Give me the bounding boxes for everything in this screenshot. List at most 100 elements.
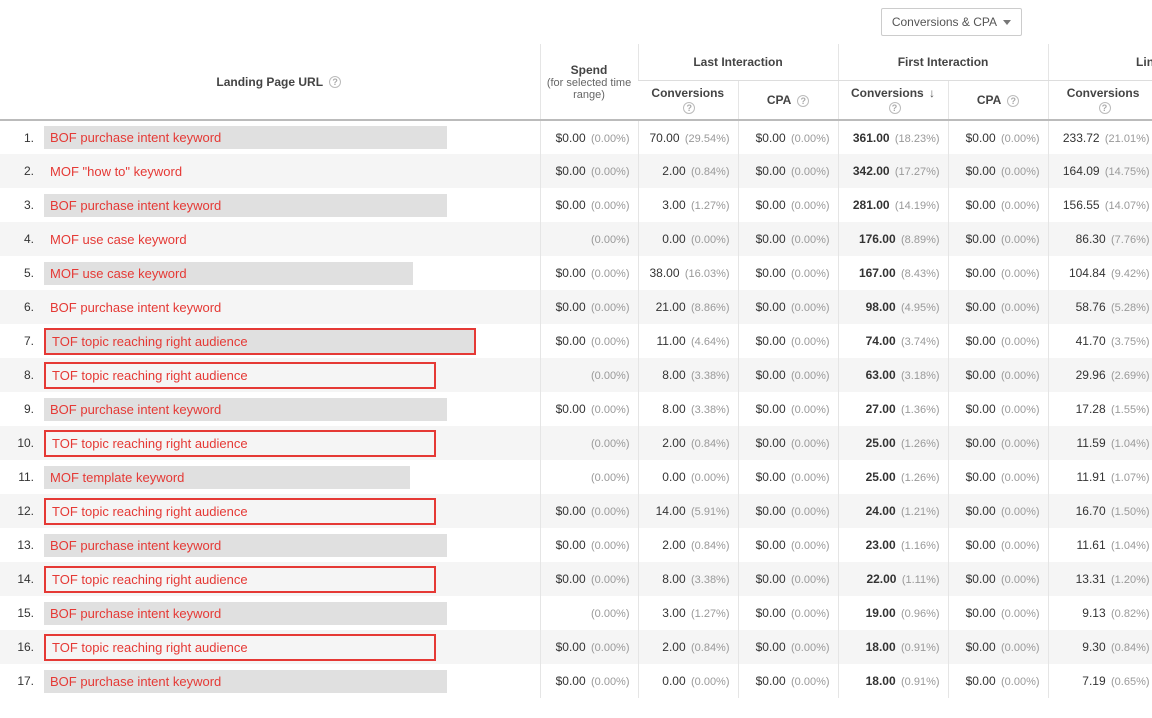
linear-conv-cell: 9.30 (0.84%) <box>1048 630 1152 664</box>
landing-page-cell[interactable]: MOF "how to" keyword <box>40 154 540 188</box>
col-linear-conversions[interactable]: Conversions? <box>1048 80 1152 120</box>
metric-dropdown[interactable]: Conversions & CPA <box>881 8 1022 36</box>
col-fi-cpa[interactable]: CPA ? <box>948 80 1048 120</box>
row-index: 2. <box>0 154 40 188</box>
row-index: 3. <box>0 188 40 222</box>
spend-cell: $0.00 (0.00%) <box>540 494 638 528</box>
table-row[interactable]: 16.TOF topic reaching right audience$0.0… <box>0 630 1152 664</box>
help-icon[interactable]: ? <box>329 76 341 88</box>
landing-page-cell[interactable]: TOF topic reaching right audience <box>40 494 540 528</box>
col-li-cpa[interactable]: CPA ? <box>738 80 838 120</box>
landing-page-cell[interactable]: BOF purchase intent keyword <box>40 528 540 562</box>
li-cpa-cell: $0.00 (0.00%) <box>738 596 838 630</box>
metric-dropdown-label: Conversions & CPA <box>892 15 997 29</box>
col-group-first-interaction: First Interaction <box>838 44 1048 80</box>
landing-page-cell[interactable]: TOF topic reaching right audience <box>40 358 540 392</box>
fi-cpa-cell: $0.00 (0.00%) <box>948 222 1048 256</box>
table-row[interactable]: 1.BOF purchase intent keyword$0.00 (0.00… <box>0 120 1152 154</box>
landing-page-cell[interactable]: BOF purchase intent keyword <box>40 188 540 222</box>
landing-page-label: BOF purchase intent keyword <box>44 536 227 555</box>
linear-conv-cell: 11.59 (1.04%) <box>1048 426 1152 460</box>
landing-page-cell[interactable]: TOF topic reaching right audience <box>40 426 540 460</box>
help-icon[interactable]: ? <box>889 102 901 114</box>
landing-page-cell[interactable]: BOF purchase intent keyword <box>40 664 540 698</box>
landing-page-cell[interactable]: BOF purchase intent keyword <box>40 392 540 426</box>
col-group-last-interaction: Last Interaction <box>638 44 838 80</box>
li-cpa-cell: $0.00 (0.00%) <box>738 222 838 256</box>
help-icon[interactable]: ? <box>1099 102 1111 114</box>
landing-page-label: MOF template keyword <box>44 468 190 487</box>
help-icon[interactable]: ? <box>683 102 695 114</box>
metric-selector-row: Conversions & CPA <box>0 0 1152 44</box>
landing-page-cell[interactable]: BOF purchase intent keyword <box>40 120 540 154</box>
table-row[interactable]: 3.BOF purchase intent keyword $0.00 (0.00… <box>0 188 1152 222</box>
fi-cpa-cell: $0.00 (0.00%) <box>948 528 1048 562</box>
table-row[interactable]: 17.BOF purchase intent keyword$0.00 (0.0… <box>0 664 1152 698</box>
attribution-table: Landing Page URL ? Spend (for selected t… <box>0 44 1152 698</box>
fi-cpa-cell: $0.00 (0.00%) <box>948 460 1048 494</box>
landing-page-cell[interactable]: TOF topic reaching right audience <box>40 324 540 358</box>
li-conv-cell: 8.00 (3.38%) <box>638 562 738 596</box>
table-row[interactable]: 8.TOF topic reaching right audience (0.0… <box>0 358 1152 392</box>
landing-page-label: MOF use case keyword <box>44 264 193 283</box>
table-row[interactable]: 10.TOF topic reaching right audience (0.… <box>0 426 1152 460</box>
spend-cell: (0.00%) <box>540 460 638 494</box>
li-conv-cell: 0.00 (0.00%) <box>638 460 738 494</box>
table-row[interactable]: 15.BOF purchase intent keyword (0.00%)3.… <box>0 596 1152 630</box>
col-spend[interactable]: Spend (for selected time range) <box>540 44 638 120</box>
help-icon[interactable]: ? <box>1007 95 1019 107</box>
fi-conv-cell: 281.00 (14.19%) <box>838 188 948 222</box>
table-row[interactable]: 9.BOF purchase intent keyword$0.00 (0.00… <box>0 392 1152 426</box>
table-row[interactable]: 2.MOF "how to" keyword$0.00 (0.00%)2.00 … <box>0 154 1152 188</box>
linear-conv-cell: 11.61 (1.04%) <box>1048 528 1152 562</box>
fi-conv-cell: 63.00 (3.18%) <box>838 358 948 392</box>
spend-cell: $0.00 (0.00%) <box>540 562 638 596</box>
help-icon[interactable]: ? <box>797 95 809 107</box>
landing-page-cell[interactable]: TOF topic reaching right audience <box>40 630 540 664</box>
li-cpa-cell: $0.00 (0.00%) <box>738 358 838 392</box>
landing-page-cell[interactable]: MOF use case keyword <box>40 222 540 256</box>
table-row[interactable]: 14.TOF topic reaching right audience$0.0… <box>0 562 1152 596</box>
row-index: 6. <box>0 290 40 324</box>
li-conv-cell: 2.00 (0.84%) <box>638 426 738 460</box>
landing-page-cell[interactable]: BOF purchase intent keyword <box>40 290 540 324</box>
spend-cell: $0.00 (0.00%) <box>540 120 638 154</box>
table-row[interactable]: 6.BOF purchase intent keyword$0.00 (0.00… <box>0 290 1152 324</box>
landing-page-cell[interactable]: BOF purchase intent keyword <box>40 596 540 630</box>
table-row[interactable]: 12. TOF topic reaching right audience $0.0… <box>0 494 1152 528</box>
fi-conv-cell: 361.00 (18.23%) <box>838 120 948 154</box>
fi-conv-cell: 27.00 (1.36%) <box>838 392 948 426</box>
landing-page-cell[interactable]: MOF template keyword <box>40 460 540 494</box>
li-cpa-cell: $0.00 (0.00%) <box>738 324 838 358</box>
table-row[interactable]: 11.MOF template keyword (0.00%)0.00 (0.0… <box>0 460 1152 494</box>
fi-cpa-cell: $0.00 (0.00%) <box>948 256 1048 290</box>
fi-conv-cell: 25.00 (1.26%) <box>838 426 948 460</box>
landing-page-label: TOF topic reaching right audience <box>46 366 254 385</box>
li-conv-cell: 3.00 (1.27%) <box>638 188 738 222</box>
col-fi-conversions[interactable]: Conversions ↓? <box>838 80 948 120</box>
fi-conv-cell: 74.00 (3.74%) <box>838 324 948 358</box>
landing-page-cell[interactable]: MOF use case keyword <box>40 256 540 290</box>
spend-cell: $0.00 (0.00%) <box>540 324 638 358</box>
li-conv-cell: 2.00 (0.84%) <box>638 154 738 188</box>
table-row[interactable]: 4.MOF use case keyword (0.00%)0.00 (0.00… <box>0 222 1152 256</box>
spend-cell: $0.00 (0.00%) <box>540 154 638 188</box>
table-row[interactable]: 7.TOF topic reaching right audience$0.00… <box>0 324 1152 358</box>
landing-page-label: BOF purchase intent keyword <box>44 298 227 317</box>
li-conv-cell: 2.00 (0.84%) <box>638 630 738 664</box>
col-landing-page[interactable]: Landing Page URL ? <box>0 44 540 120</box>
row-index: 12. <box>0 494 40 528</box>
li-cpa-cell: $0.00 (0.00%) <box>738 664 838 698</box>
li-cpa-cell: $0.00 (0.00%) <box>738 154 838 188</box>
spend-cell: (0.00%) <box>540 222 638 256</box>
col-li-conversions[interactable]: Conversions? <box>638 80 738 120</box>
row-index: 9. <box>0 392 40 426</box>
table-row[interactable]: 13.BOF purchase intent keyword$0.00 (0.0… <box>0 528 1152 562</box>
li-cpa-cell: $0.00 (0.00%) <box>738 494 838 528</box>
landing-page-cell[interactable]: TOF topic reaching right audience <box>40 562 540 596</box>
row-index: 1. <box>0 120 40 154</box>
fi-cpa-cell: $0.00 (0.00%) <box>948 188 1048 222</box>
landing-page-label: TOF topic reaching right audience <box>46 502 254 521</box>
table-row[interactable]: 5.MOF use case keyword$0.00 (0.00%)38.00… <box>0 256 1152 290</box>
li-cpa-cell: $0.00 (0.00%) <box>738 460 838 494</box>
